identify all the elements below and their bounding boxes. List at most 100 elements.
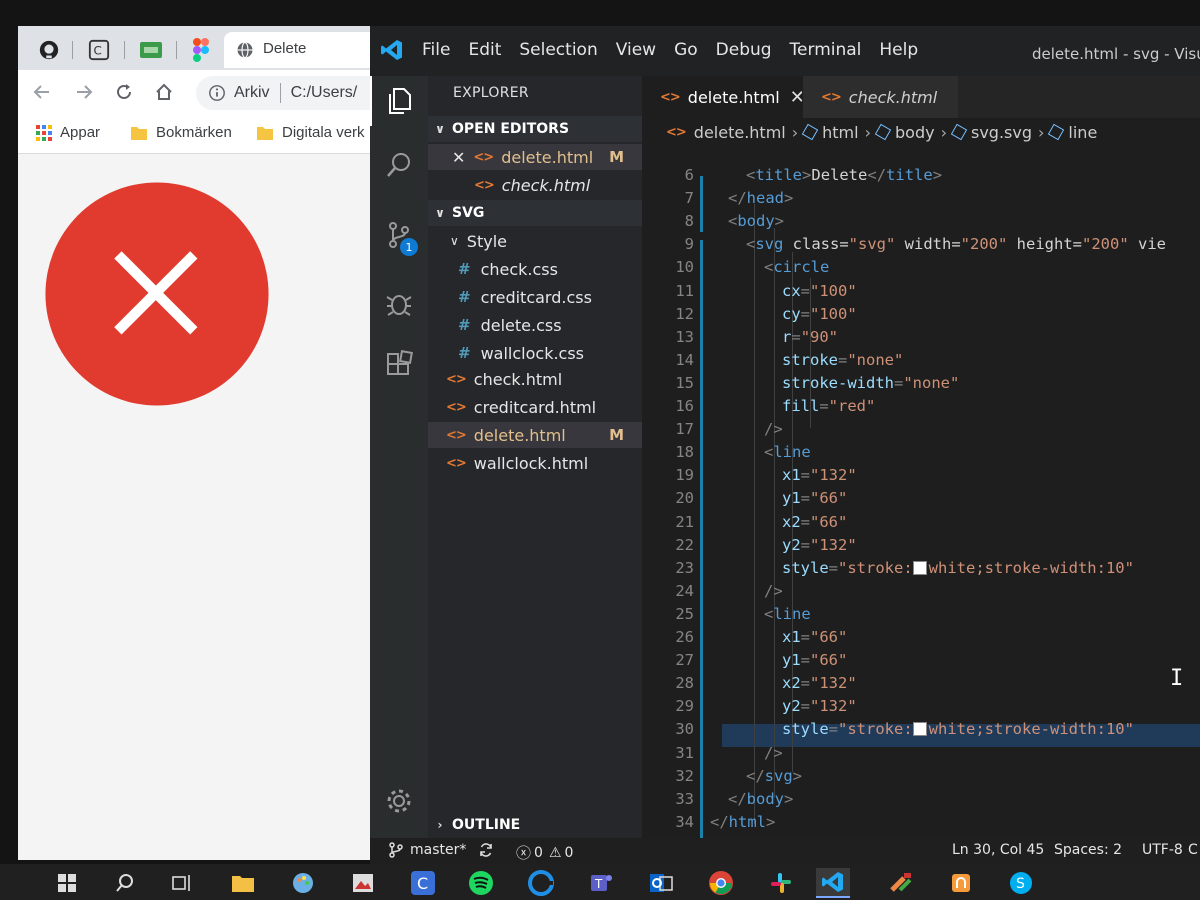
task-view-button[interactable]	[164, 868, 198, 898]
bookmark-apps[interactable]: Appar	[36, 124, 100, 141]
activity-search[interactable]	[370, 140, 428, 190]
line-number: 14	[675, 350, 694, 369]
problems-indicator[interactable]: ⓧ 0 ⚠ 0	[516, 842, 573, 863]
html-file-icon: <>	[473, 149, 494, 165]
home-button[interactable]	[150, 78, 178, 106]
menu-selection[interactable]: Selection	[519, 40, 597, 60]
encoding[interactable]: UTF-8	[1142, 842, 1183, 858]
code-line: stroke-width="none"	[782, 373, 960, 392]
section-label: OUTLINE	[452, 817, 521, 833]
tab-check-html[interactable]: <> check.html	[802, 76, 958, 118]
paint-button[interactable]	[286, 868, 320, 898]
folder-style[interactable]: ∨ Style	[428, 228, 642, 254]
activity-explorer[interactable]	[370, 76, 428, 126]
code-line: x1="66"	[782, 628, 848, 646]
code-editor[interactable]: 6 7 8 9 10 11 12 13 14 15 16 17 18 19 20 21 22 23 24 25 26 27…	[642, 146, 1200, 838]
code-line: <body>	[728, 212, 785, 231]
line-number: 19	[675, 466, 694, 485]
open-editor-delete[interactable]: ✕ <> delete.html M	[428, 144, 642, 170]
tab-green[interactable]	[126, 32, 177, 68]
menu-edit[interactable]: Edit	[468, 40, 501, 60]
error-count: 0	[534, 844, 543, 861]
editor-tabs: <> delete.html ✕ <> check.html	[642, 76, 1200, 118]
figma-icon	[193, 38, 209, 62]
line-number: 34	[675, 812, 694, 831]
activity-debug[interactable]	[370, 278, 428, 328]
back-button[interactable]	[28, 78, 56, 106]
reload-button[interactable]	[110, 78, 138, 106]
tab-delete-html[interactable]: <> delete.html ✕	[642, 76, 805, 118]
menu-file[interactable]: File	[422, 40, 450, 60]
chrome-button[interactable]	[704, 868, 738, 898]
code-line: <line	[764, 443, 811, 462]
spaces-label: Spaces: 2	[1054, 842, 1123, 858]
file-creditcard-html[interactable]: <> creditcard.html	[428, 394, 642, 420]
breadcrumb-item[interactable]: line	[1068, 123, 1097, 142]
file-delete-html[interactable]: <> delete.html M	[428, 422, 642, 448]
eol[interactable]: C	[1188, 842, 1198, 858]
search-icon	[387, 153, 410, 177]
file-label: delete.html	[501, 147, 594, 167]
outlook-button[interactable]	[644, 868, 678, 898]
edge-button[interactable]	[524, 868, 558, 898]
browser-toolbar: Arkiv C:/Users/	[18, 70, 378, 114]
spotify-button[interactable]	[464, 868, 498, 898]
file-wallclock-html[interactable]: <> wallclock.html	[428, 450, 642, 476]
breadcrumb-item[interactable]: body	[895, 123, 935, 142]
file-explorer-button[interactable]	[226, 868, 260, 898]
outlook-icon	[650, 874, 673, 892]
bookmark-digital[interactable]: Digitala verk	[256, 124, 365, 141]
c-app-button[interactable]: C	[406, 868, 440, 898]
file-check-css[interactable]: # check.css	[428, 256, 642, 282]
git-app-button[interactable]	[884, 868, 918, 898]
forward-button[interactable]	[70, 78, 98, 106]
search-button[interactable]	[108, 868, 142, 898]
open-editor-check[interactable]: <> check.html	[428, 172, 642, 198]
vscode-taskbar-button[interactable]	[816, 868, 850, 898]
breadcrumb-item[interactable]: html	[822, 123, 858, 142]
folder-header-svg[interactable]: ∨ SVG	[428, 200, 642, 226]
breadcrumb-item[interactable]: svg.svg	[971, 123, 1032, 142]
activity-source-control[interactable]: 1	[370, 210, 428, 260]
app-orange-button[interactable]	[944, 868, 978, 898]
skype-button[interactable]: S	[1004, 868, 1038, 898]
open-editors-header[interactable]: ∨ OPEN EDITORS	[428, 116, 642, 142]
teams-button[interactable]: T	[584, 868, 618, 898]
file-label: wallclock.html	[473, 453, 589, 473]
c-app-icon: C	[88, 39, 110, 61]
vscode-window: File Edit Selection View Go Debug Termin…	[370, 26, 1200, 864]
menu-view[interactable]: View	[616, 40, 656, 60]
task-view-icon	[172, 875, 190, 891]
menu-help[interactable]: Help	[879, 40, 918, 60]
apps-grid-icon	[36, 124, 52, 141]
activity-extensions[interactable]	[370, 340, 428, 390]
activity-settings[interactable]	[370, 776, 428, 826]
breadcrumb-item[interactable]: delete.html	[694, 123, 786, 142]
menu-debug[interactable]: Debug	[716, 40, 772, 60]
slack-button[interactable]	[764, 868, 798, 898]
file-creditcard-css[interactable]: # creditcard.css	[428, 284, 642, 310]
folder-label: Style	[466, 231, 507, 251]
photo-app-button[interactable]	[346, 868, 380, 898]
line-number: 17	[675, 420, 694, 439]
start-button[interactable]	[50, 868, 84, 898]
branch-indicator[interactable]: master*	[388, 842, 466, 858]
menu-go[interactable]: Go	[674, 40, 698, 60]
file-wallclock-css[interactable]: # wallclock.css	[428, 340, 642, 366]
bookmark-bookmarks[interactable]: Bokmärken	[130, 124, 232, 141]
line-number: 29	[675, 697, 694, 716]
indentation[interactable]: Spaces: 2	[1054, 842, 1122, 858]
tab-figma[interactable]	[178, 32, 224, 68]
cursor-position[interactable]: Ln 30, Col 45	[952, 842, 1044, 858]
encoding-label: UTF-8	[1142, 842, 1183, 858]
file-check-html[interactable]: <> check.html	[428, 366, 642, 392]
close-icon[interactable]: ✕	[452, 148, 465, 167]
menu-terminal[interactable]: Terminal	[790, 40, 862, 60]
address-bar[interactable]: Arkiv C:/Users/	[196, 76, 378, 110]
line-number: 13	[675, 327, 694, 346]
sync-button[interactable]	[478, 842, 494, 858]
tab-github[interactable]	[26, 32, 73, 68]
outline-header[interactable]: › OUTLINE	[428, 812, 642, 838]
file-delete-css[interactable]: # delete.css	[428, 312, 642, 338]
tab-c[interactable]: C	[74, 32, 125, 68]
